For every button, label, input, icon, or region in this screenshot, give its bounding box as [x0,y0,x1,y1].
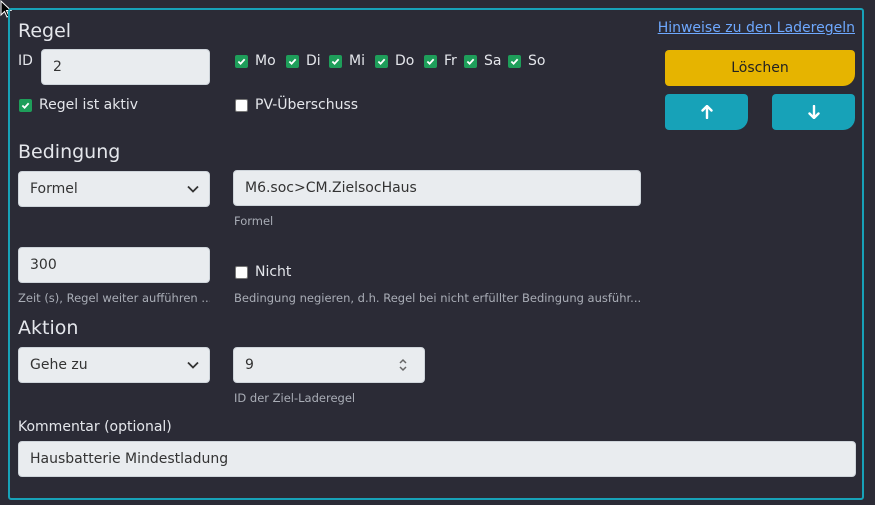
delete-button[interactable]: Löschen [665,50,855,86]
negate-checkbox[interactable]: Nicht [235,264,291,280]
checkbox-checked-icon [508,54,521,68]
day-checkbox-fr[interactable]: Fr [424,53,457,69]
day-label: Fr [444,53,457,69]
checkbox-checked-icon [329,54,342,68]
checkbox-checked-icon [19,98,32,112]
day-label: So [528,53,546,69]
day-checkbox-mi[interactable]: Mi [329,53,365,69]
day-label: Di [306,53,321,69]
condition-heading: Bedingung [18,141,121,163]
day-label: Sa [484,53,502,69]
day-checkbox-di[interactable]: Di [286,53,321,69]
day-checkbox-do[interactable]: Do [375,53,414,69]
day-checkbox-mo[interactable]: Mo [235,53,276,69]
negate-hint: Bedingung negieren, d.h. Regel bei nicht… [234,291,642,305]
delete-button-label: Löschen [731,60,789,76]
arrow-down-icon [807,105,820,119]
day-label: Mo [255,53,276,69]
time-hint: Zeit (s), Regel weiter aufführen ... [18,291,210,305]
checkbox-checked-icon [235,54,248,68]
move-down-button[interactable] [772,94,855,130]
arrow-up-icon [700,105,713,119]
move-up-button[interactable] [665,94,748,130]
action-type-value: Gehe zu [30,357,88,373]
rule-active-checkbox[interactable]: Regel ist aktiv [19,97,138,113]
day-checkbox-so[interactable]: So [508,53,545,69]
help-link[interactable]: Hinweise zu den Laderegeln [658,20,855,36]
checkbox-unchecked-icon [235,98,248,112]
day-label: Mi [349,53,365,69]
formula-hint: Formel [234,214,274,228]
spinner-arrows-icon[interactable] [398,356,408,374]
pv-surplus-checkbox[interactable]: PV-Überschuss [235,97,358,113]
checkbox-checked-icon [464,54,477,68]
checkbox-checked-icon [286,54,299,68]
action-type-select[interactable]: Gehe zu [18,347,210,383]
time-input[interactable]: 300 [18,247,210,283]
pv-surplus-label: PV-Überschuss [255,97,359,113]
target-rule-hint: ID der Ziel-Laderegel [234,391,356,405]
comment-input[interactable]: Hausbatterie Mindestladung [18,441,856,477]
day-label: Do [395,53,415,69]
chevron-down-icon [187,361,199,369]
formula-input[interactable]: M6.soc>CM.ZielsocHaus [233,170,641,206]
checkbox-unchecked-icon [235,265,248,279]
condition-type-value: Formel [30,181,78,197]
rule-active-label: Regel ist aktiv [39,97,139,113]
checkbox-checked-icon [424,54,437,68]
chevron-down-icon [187,185,199,193]
target-rule-value: 9 [245,357,254,373]
comment-label: Kommentar (optional) [18,419,172,435]
checkbox-checked-icon [375,54,388,68]
day-checkbox-sa[interactable]: Sa [464,53,501,69]
condition-type-select[interactable]: Formel [18,171,210,207]
id-label: ID [18,53,33,69]
action-heading: Aktion [18,317,79,339]
target-rule-input[interactable]: 9 [233,347,425,383]
rule-heading: Regel [18,20,72,42]
negate-label: Nicht [255,264,292,280]
id-input[interactable]: 2 [41,49,210,85]
